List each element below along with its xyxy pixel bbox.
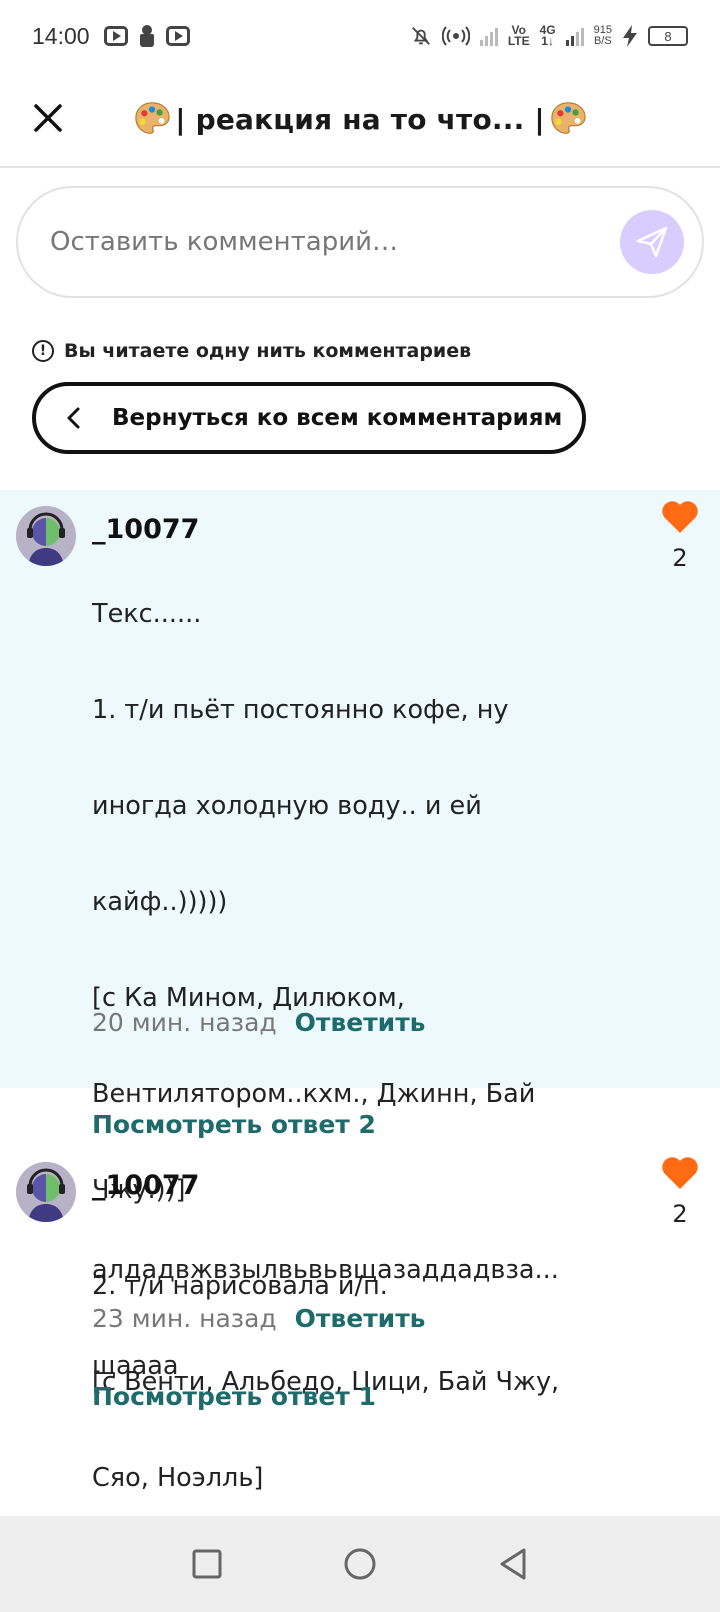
avatar-image	[16, 506, 76, 566]
reply-button[interactable]: Ответить	[295, 1008, 426, 1037]
network-speed: 915 B/S	[593, 24, 612, 47]
thread-notice-text: Вы читаете одну нить комментариев	[64, 340, 472, 362]
square-icon	[192, 1549, 222, 1579]
send-icon	[636, 226, 668, 258]
mute-bell-icon	[411, 27, 430, 45]
signal-icon	[479, 26, 498, 46]
youtube-notification-icon	[103, 26, 128, 46]
page-title-text: | реакция на то что... |	[175, 102, 545, 136]
comment-meta: 20 мин. назад Ответить	[92, 1008, 426, 1037]
comment-time: 20 мин. назад	[92, 1008, 277, 1037]
heart-icon	[662, 1157, 698, 1189]
thread-notice: ! Вы читаете одну нить комментариев	[32, 340, 471, 362]
status-time: 14:00	[32, 22, 90, 49]
like-count: 2	[672, 1200, 688, 1228]
back-to-all-comments-button[interactable]: Вернуться ко всем комментариям	[32, 382, 586, 454]
status-left-icons	[103, 25, 190, 47]
incognito-icon	[139, 25, 154, 47]
status-bar: 14:00 Vo LTE 4G 1↓ 915 B/S 8	[0, 0, 720, 72]
comment-author[interactable]: _10077	[92, 1170, 199, 1201]
info-icon: !	[32, 340, 54, 362]
palette-icon	[135, 102, 170, 134]
recents-button[interactable]	[187, 1544, 227, 1584]
chevron-left-icon	[67, 407, 80, 429]
view-replies-link[interactable]: Посмотреть ответ 1	[92, 1382, 376, 1411]
circle-icon	[344, 1548, 376, 1580]
triangle-back-icon	[500, 1548, 526, 1580]
like-count: 2	[672, 544, 688, 572]
palette-icon	[551, 102, 586, 134]
charging-bolt-icon	[623, 25, 637, 47]
comment-item: _10077 алдадвжвзылвьвьвщазаддадвза... ща…	[0, 1146, 720, 1381]
heart-icon	[662, 501, 698, 533]
reply-button[interactable]: Ответить	[295, 1304, 426, 1333]
comment-input[interactable]	[50, 227, 620, 257]
back-to-all-comments-label: Вернуться ко всем комментариям	[112, 405, 563, 431]
avatar[interactable]	[16, 1162, 76, 1222]
like-button[interactable]: 2	[660, 1156, 700, 1228]
view-replies-link[interactable]: Посмотреть ответ 2	[92, 1110, 376, 1139]
avatar-image	[16, 1162, 76, 1222]
comment-author[interactable]: _10077	[92, 514, 199, 545]
page-title: | реакция на то что... |	[133, 100, 587, 138]
back-button[interactable]	[493, 1544, 533, 1584]
home-button[interactable]	[340, 1544, 380, 1584]
send-button[interactable]	[620, 210, 684, 274]
hotspot-icon	[441, 26, 470, 46]
signal-icon	[565, 26, 584, 46]
system-nav-bar	[0, 1516, 720, 1612]
comment-meta: 23 мин. назад Ответить	[92, 1304, 426, 1333]
comment-box	[16, 186, 704, 298]
header: | реакция на то что... |	[0, 72, 720, 168]
status-right-icons: Vo LTE 4G 1↓ 915 B/S 8	[410, 23, 688, 48]
avatar[interactable]	[16, 506, 76, 566]
like-button[interactable]: 2	[660, 500, 700, 572]
comment-time: 23 мин. назад	[92, 1304, 277, 1333]
youtube-notification-icon	[165, 26, 190, 46]
volte-label: Vo LTE	[507, 23, 530, 48]
network-type-label: 4G 1↓	[539, 23, 556, 48]
battery-level: 8	[664, 28, 672, 44]
close-icon	[34, 104, 62, 132]
battery-icon: 8	[648, 26, 688, 46]
close-button[interactable]	[26, 96, 70, 140]
comment-item: _10077 Текс...... 1. т/и пьёт постоянно …	[0, 490, 720, 1493]
